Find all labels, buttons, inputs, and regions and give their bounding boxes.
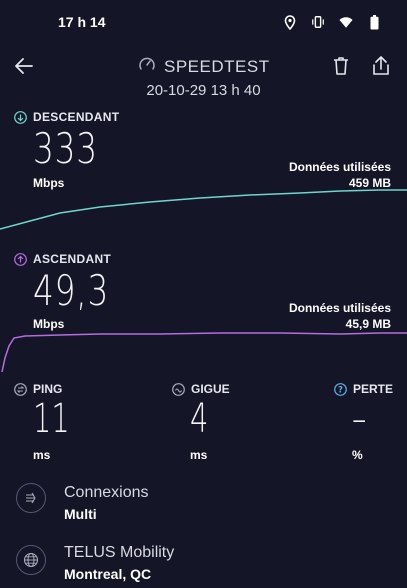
- loss-value: –: [352, 396, 367, 442]
- jitter-unit: ms: [190, 448, 208, 462]
- upload-arrow-icon: [14, 252, 27, 266]
- header-title: SPEEDTEST: [138, 55, 270, 78]
- speedometer-icon: [138, 55, 156, 78]
- loss-unit: %: [352, 448, 363, 462]
- jitter-label-text: GIGUE: [191, 382, 230, 396]
- ping-icon: [14, 382, 27, 396]
- app-bar: SPEEDTEST: [0, 52, 407, 82]
- upload-label-text: ASCENDANT: [33, 252, 112, 266]
- ping-label-text: PING: [33, 382, 63, 396]
- status-icons: [283, 13, 381, 31]
- status-bar: 17 h 14: [0, 0, 407, 44]
- connections-title: Connexions: [64, 484, 149, 501]
- share-icon[interactable]: [370, 55, 392, 77]
- jitter-value: 4: [190, 396, 209, 442]
- download-speed: 333: [33, 124, 98, 173]
- connections-icon: [16, 483, 46, 513]
- svg-text:?: ?: [338, 385, 343, 395]
- battery-icon: [367, 13, 381, 31]
- test-datetime: 20-10-29 13 h 40: [146, 82, 261, 99]
- download-label: DESCENDANT: [14, 110, 119, 124]
- loss-label-text: PERTE: [353, 382, 394, 396]
- wifi-icon: [339, 13, 353, 31]
- back-arrow-icon[interactable]: [12, 54, 36, 78]
- upload-data-used-label: Données utilisées: [288, 301, 391, 315]
- ping-unit: ms: [33, 448, 51, 462]
- vibrate-icon: [311, 13, 325, 31]
- help-icon[interactable]: ?: [334, 382, 347, 396]
- download-graph: [0, 189, 407, 230]
- jitter-label: GIGUE: [172, 382, 230, 396]
- status-time: 17 h 14: [58, 14, 106, 30]
- server-provider: TELUS Mobility: [64, 544, 175, 561]
- upload-graph: [1, 332, 407, 373]
- ping-value: 11: [33, 396, 70, 442]
- download-label-text: DESCENDANT: [33, 110, 120, 124]
- globe-icon: [16, 545, 46, 575]
- download-data-used-label: Données utilisées: [288, 160, 391, 174]
- trash-icon[interactable]: [330, 55, 352, 77]
- loss-label: ? PERTE: [334, 382, 393, 396]
- upload-label: ASCENDANT: [14, 252, 111, 266]
- jitter-icon: [172, 382, 185, 396]
- ping-label: PING: [14, 382, 62, 396]
- connections-value: Multi: [64, 506, 97, 522]
- server-location: Montreal, QC: [64, 566, 152, 582]
- upload-speed: 49,3: [33, 266, 110, 315]
- location-icon: [283, 13, 297, 31]
- page-title: SPEEDTEST: [164, 56, 270, 76]
- download-arrow-icon: [14, 110, 27, 124]
